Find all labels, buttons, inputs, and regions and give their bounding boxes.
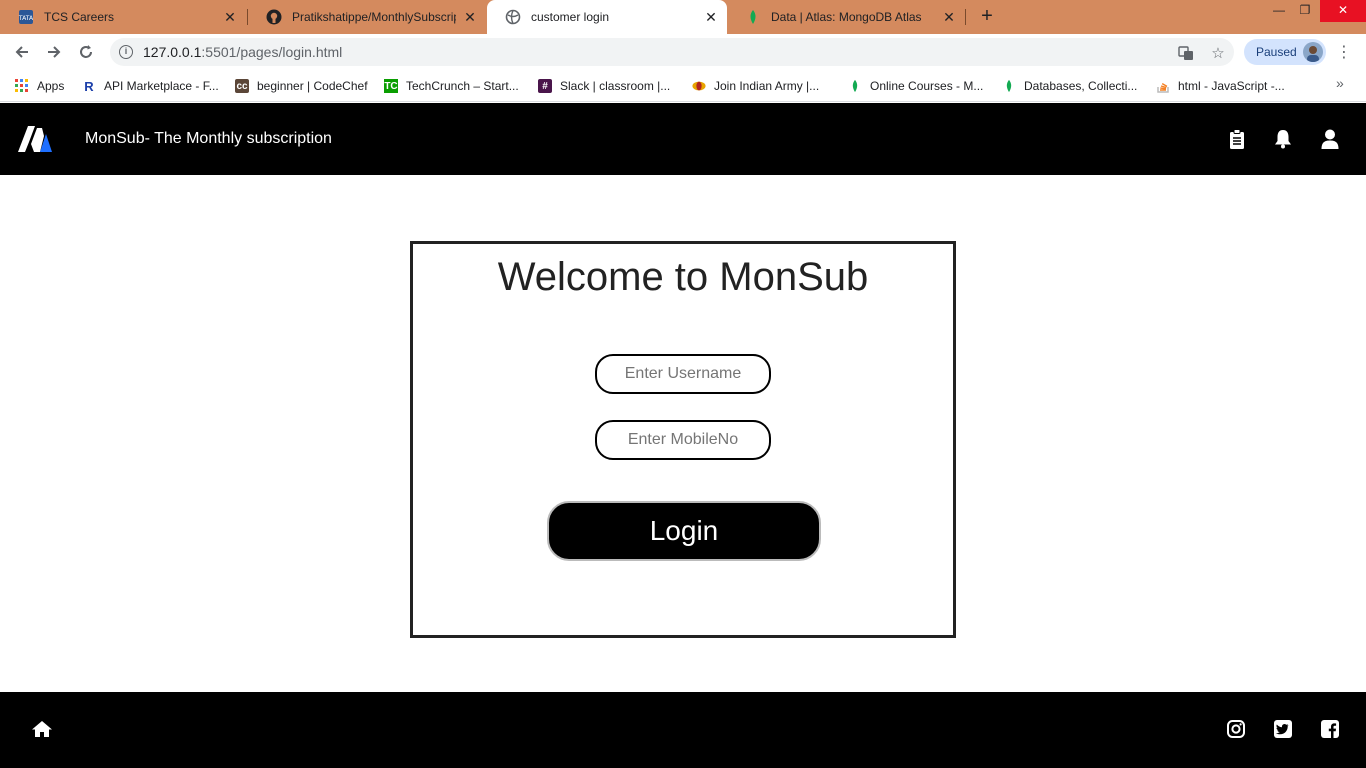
mobile-number-input[interactable] — [595, 420, 771, 460]
login-form-card: Welcome to MonSub Login — [410, 241, 956, 638]
tab-mongodb-atlas[interactable]: Data | Atlas: MongoDB Atlas ✕ — [727, 0, 965, 34]
page-title: Welcome to MonSub — [497, 255, 869, 299]
url-path: :5501/pages/login.html — [201, 44, 343, 60]
profile-status-label: Paused — [1256, 45, 1297, 59]
close-icon[interactable]: ✕ — [222, 9, 238, 25]
bookmark-label: Databases, Collecti... — [1024, 79, 1138, 93]
close-icon[interactable]: ✕ — [462, 9, 478, 25]
mongodb-leaf-icon — [745, 9, 761, 25]
twitter-icon[interactable] — [1272, 718, 1294, 740]
browser-tabstrip: TATA TCS Careers ✕ Pratikshatippe/Monthl… — [0, 0, 1366, 34]
username-input[interactable] — [595, 354, 771, 394]
globe-icon — [505, 9, 521, 25]
restore-button[interactable]: ❐ — [1288, 0, 1322, 22]
back-button[interactable] — [10, 40, 34, 64]
login-button[interactable]: Login — [547, 501, 821, 561]
site-title[interactable]: MonSub- The Monthly subscription — [85, 130, 332, 148]
back-arrow-icon — [15, 46, 28, 58]
tab-title: Data | Atlas: MongoDB Atlas — [771, 10, 922, 24]
slack-icon: # — [538, 79, 552, 93]
tab-title: customer login — [531, 10, 610, 24]
window-close-button[interactable]: ✕ — [1320, 0, 1366, 22]
bookmark-label: Apps — [37, 79, 65, 93]
clipboard-icon[interactable] — [1226, 127, 1248, 151]
reload-button[interactable] — [74, 40, 98, 64]
url-host: 127.0.0.1 — [143, 44, 202, 60]
more-bookmarks-chevron-icon[interactable]: » — [1336, 75, 1344, 91]
profile-button[interactable]: Paused — [1244, 39, 1326, 65]
translate-icon[interactable] — [1177, 44, 1195, 62]
address-bar[interactable]: i 127.0.0.1:5501/pages/login.html ☆ — [110, 38, 1234, 66]
new-tab-button[interactable]: + — [976, 5, 998, 27]
bell-icon[interactable] — [1272, 127, 1294, 151]
site-header: MonSub- The Monthly subscription — [0, 103, 1366, 175]
monsub-logo-icon[interactable] — [18, 126, 52, 152]
bookmark-label: Online Courses - M... — [870, 79, 984, 93]
bookmark-apps[interactable]: Apps — [15, 77, 64, 95]
tab-title: TCS Careers — [44, 10, 115, 24]
bookmark-slack[interactable]: # Slack | classroom |... — [538, 77, 670, 95]
browser-toolbar: i 127.0.0.1:5501/pages/login.html ☆ Paus… — [0, 34, 1366, 70]
tata-icon: TATA — [18, 9, 34, 25]
tab-customer-login[interactable]: customer login ✕ — [487, 0, 727, 34]
bookmark-indian-army[interactable]: Join Indian Army |... — [692, 77, 819, 95]
apps-grid-icon — [15, 79, 29, 93]
bookmark-api-marketplace[interactable]: R API Marketplace - F... — [82, 77, 219, 95]
bookmark-online-courses[interactable]: Online Courses - M... — [848, 77, 983, 95]
bookmark-label: API Marketplace - F... — [104, 79, 219, 93]
bookmark-label: TechCrunch – Start... — [406, 79, 519, 93]
mongodb-leaf-icon — [848, 79, 862, 93]
bookmark-stackoverflow[interactable]: html - JavaScript -... — [1156, 77, 1285, 95]
close-icon[interactable]: ✕ — [941, 9, 957, 25]
codechef-icon: cc — [235, 79, 249, 93]
bookmark-databases[interactable]: Databases, Collecti... — [1002, 77, 1137, 95]
stackoverflow-icon — [1156, 79, 1170, 93]
bookmark-codechef[interactable]: cc beginner | CodeChef — [235, 77, 368, 95]
home-icon[interactable] — [31, 718, 53, 740]
indian-army-icon — [692, 79, 706, 93]
tab-separator — [965, 9, 966, 25]
tab-title: Pratikshatippe/MonthlySubscript — [292, 10, 456, 24]
reload-icon — [80, 45, 92, 58]
site-info-icon[interactable]: i — [119, 45, 133, 59]
bookmark-label: beginner | CodeChef — [257, 79, 368, 93]
techcrunch-icon: TC — [384, 79, 398, 93]
url-text: 127.0.0.1:5501/pages/login.html — [143, 44, 342, 60]
user-icon[interactable] — [1319, 127, 1341, 151]
bookmark-star-icon[interactable]: ☆ — [1209, 44, 1227, 62]
mongodb-leaf-icon — [1002, 79, 1016, 93]
tab-tcs-careers[interactable]: TATA TCS Careers ✕ — [0, 0, 246, 34]
forward-button[interactable] — [42, 40, 66, 64]
bookmark-label: Join Indian Army |... — [714, 79, 820, 93]
tab-github[interactable]: Pratikshatippe/MonthlySubscript ✕ — [248, 0, 486, 34]
bookmark-techcrunch[interactable]: TC TechCrunch – Start... — [384, 77, 519, 95]
close-icon[interactable]: ✕ — [703, 9, 719, 25]
rapidapi-icon: R — [84, 78, 94, 94]
bookmark-label: html - JavaScript -... — [1178, 79, 1285, 93]
avatar — [1303, 42, 1323, 62]
instagram-icon[interactable] — [1225, 718, 1247, 740]
facebook-icon[interactable] — [1319, 718, 1341, 740]
bookmark-label: Slack | classroom |... — [560, 79, 671, 93]
forward-arrow-icon — [48, 46, 61, 58]
bookmarks-bar: Apps R API Marketplace - F... cc beginne… — [0, 70, 1366, 102]
github-icon — [266, 9, 282, 25]
browser-menu-icon[interactable]: ⋮ — [1336, 42, 1352, 62]
svg-text:TATA: TATA — [18, 15, 34, 22]
site-footer — [0, 692, 1366, 768]
